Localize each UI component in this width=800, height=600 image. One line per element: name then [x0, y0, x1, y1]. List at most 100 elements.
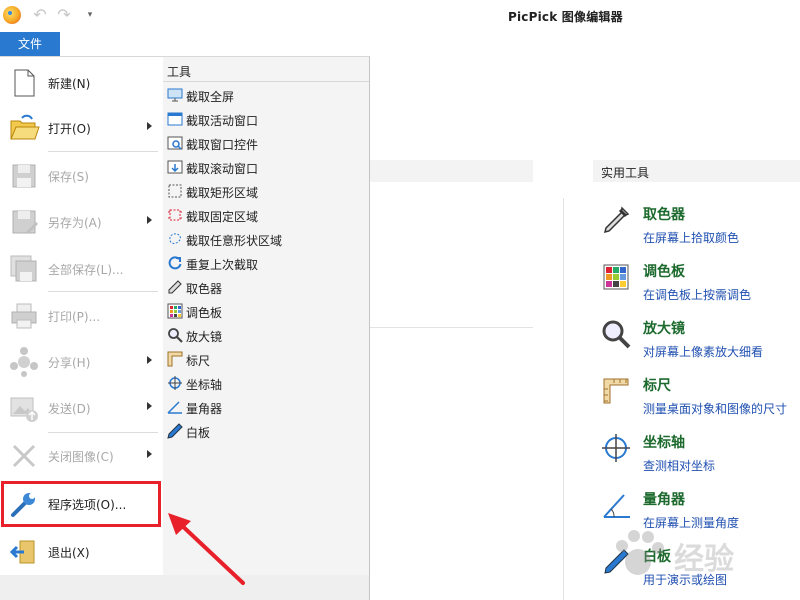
utility-title: 取色器	[643, 207, 685, 223]
menu-item-program-options[interactable]: 程序选项(O)...	[1, 481, 161, 527]
tool-label: 截取固定区域	[186, 210, 259, 224]
tools-group-header	[370, 160, 533, 182]
utility-magnifier[interactable]: 放大镜 对屏幕上像素放大细看	[596, 314, 800, 371]
annotation-arrow-icon	[168, 513, 245, 585]
tool-label: 量角器	[186, 402, 223, 416]
utility-title: 量角器	[643, 492, 685, 508]
print-icon	[11, 303, 37, 329]
menu-item-new[interactable]: 新建(N)	[4, 63, 158, 103]
utility-eyedropper[interactable]: 取色器 在屏幕上拾取颜色	[596, 200, 800, 257]
repeat-icon	[168, 256, 182, 270]
submenu-arrow-icon	[147, 450, 152, 458]
eyedropper-icon	[603, 206, 630, 234]
menu-label: 关闭图像(C)	[48, 450, 114, 464]
wrench-icon	[11, 493, 35, 517]
menu-item-close-image[interactable]: 关闭图像(C)	[4, 436, 158, 476]
utility-desc: 在屏幕上拾取颜色	[643, 231, 740, 245]
menu-separator	[48, 432, 158, 433]
tool-capture-scrolling-window[interactable]: 截取滚动窗口	[167, 156, 363, 178]
menu-item-send[interactable]: 发送(D)	[4, 388, 158, 428]
utilities-heading: 实用工具	[601, 166, 650, 180]
tool-capture-fullscreen[interactable]: 截取全屏	[167, 84, 363, 106]
watermark: 经验	[600, 520, 780, 590]
menu-item-print[interactable]: 打印(P)...	[4, 296, 158, 336]
menu-label: 分享(H)	[48, 356, 91, 370]
tool-label: 调色板	[186, 306, 223, 320]
window-icon	[167, 112, 183, 126]
tool-label: 重复上次截取	[186, 258, 259, 272]
open-folder-icon	[10, 114, 40, 140]
app-logo-icon[interactable]	[3, 6, 21, 24]
ruler-icon	[603, 378, 629, 404]
tools-panel: 工具 截取全屏 截取活动窗口 截取窗口控件 截取滚动窗口 截取矩形区域 截取固定…	[163, 57, 369, 575]
tool-label: 取色器	[186, 282, 223, 296]
menu-item-open[interactable]: 打开(O)	[4, 108, 158, 148]
undo-icon[interactable]: ↶	[30, 5, 50, 25]
utility-desc: 测量桌面对象和图像的尺寸	[643, 402, 788, 416]
menu-label: 全部保存(L)...	[48, 263, 124, 277]
utility-ruler[interactable]: 标尺 测量桌面对象和图像的尺寸	[596, 371, 800, 428]
tool-repeat-last-capture[interactable]: 重复上次截取	[167, 252, 363, 274]
tab-file[interactable]: 文件	[0, 32, 60, 56]
tools-heading: 工具	[167, 65, 192, 79]
tool-capture-fixed-region[interactable]: 截取固定区域	[167, 204, 363, 226]
watermark-text: 经验	[674, 542, 734, 577]
magnifier-icon	[602, 320, 631, 349]
tool-crosshair[interactable]: 坐标轴	[167, 372, 363, 394]
submenu-arrow-icon	[147, 402, 152, 410]
utility-palette[interactable]: 调色板 在调色板上按需调色	[596, 257, 800, 314]
tool-label: 白板	[186, 426, 211, 440]
menu-item-save[interactable]: 保存(S)	[4, 156, 158, 196]
submenu-arrow-icon	[147, 122, 152, 130]
utility-title: 调色板	[643, 264, 685, 280]
tool-capture-active-window[interactable]: 截取活动窗口	[167, 108, 363, 130]
tool-label: 截取活动窗口	[186, 114, 259, 128]
menu-label: 另存为(A)	[48, 216, 102, 230]
redo-icon[interactable]: ↷	[54, 5, 74, 25]
tool-label: 截取矩形区域	[186, 186, 259, 200]
window-title: PicPick 图像编辑器	[508, 10, 623, 24]
tool-whiteboard[interactable]: 白板	[167, 420, 363, 442]
save-as-icon	[12, 210, 38, 234]
utility-desc: 对屏幕上像素放大细看	[643, 345, 764, 359]
tool-capture-rectangle[interactable]: 截取矩形区域	[167, 180, 363, 202]
utility-desc: 在调色板上按需调色	[643, 288, 752, 302]
scroll-window-icon	[167, 160, 183, 174]
tool-palette[interactable]: 调色板	[167, 300, 363, 322]
menu-label: 打印(P)...	[48, 310, 101, 324]
share-icon	[10, 347, 38, 377]
send-icon	[10, 397, 38, 422]
menu-item-save-as[interactable]: 另存为(A)	[4, 202, 158, 242]
utility-crosshair[interactable]: 坐标轴 查测相对坐标	[596, 428, 800, 485]
menu-separator	[48, 291, 158, 292]
tool-magnifier[interactable]: 放大镜	[167, 324, 363, 346]
submenu-arrow-icon	[147, 216, 152, 224]
chevron-down-icon[interactable]: ▾	[80, 5, 100, 25]
tool-label: 放大镜	[186, 330, 223, 344]
tool-label: 坐标轴	[186, 378, 223, 392]
tool-label: 标尺	[186, 354, 211, 368]
utility-title: 放大镜	[643, 321, 685, 337]
monitor-icon	[167, 88, 183, 102]
tool-protractor[interactable]: 量角器	[167, 396, 363, 418]
crosshair-icon	[602, 434, 630, 462]
title-bar: ↶ ↷ ▾ PicPick 图像编辑器	[0, 0, 800, 32]
menu-label: 保存(S)	[48, 170, 89, 184]
tool-capture-window-control[interactable]: 截取窗口控件	[167, 132, 363, 154]
pen-icon	[167, 423, 183, 439]
fixed-region-icon	[168, 209, 182, 221]
menu-item-save-all[interactable]: 全部保存(L)...	[4, 249, 158, 289]
utility-desc: 查测相对坐标	[643, 459, 716, 473]
tool-color-picker[interactable]: 取色器	[167, 276, 363, 298]
palette-icon	[167, 303, 183, 319]
divider	[370, 327, 533, 328]
tool-capture-freeform[interactable]: 截取任意形状区域	[167, 228, 363, 250]
save-all-icon	[10, 255, 37, 282]
paw-logo-icon	[616, 530, 664, 575]
freeform-icon	[169, 233, 181, 244]
menu-item-share[interactable]: 分享(H)	[4, 342, 158, 382]
menu-item-exit[interactable]: 退出(X)	[4, 532, 158, 572]
divider	[163, 81, 369, 82]
tool-ruler[interactable]: 标尺	[167, 348, 363, 370]
save-icon	[12, 164, 36, 188]
